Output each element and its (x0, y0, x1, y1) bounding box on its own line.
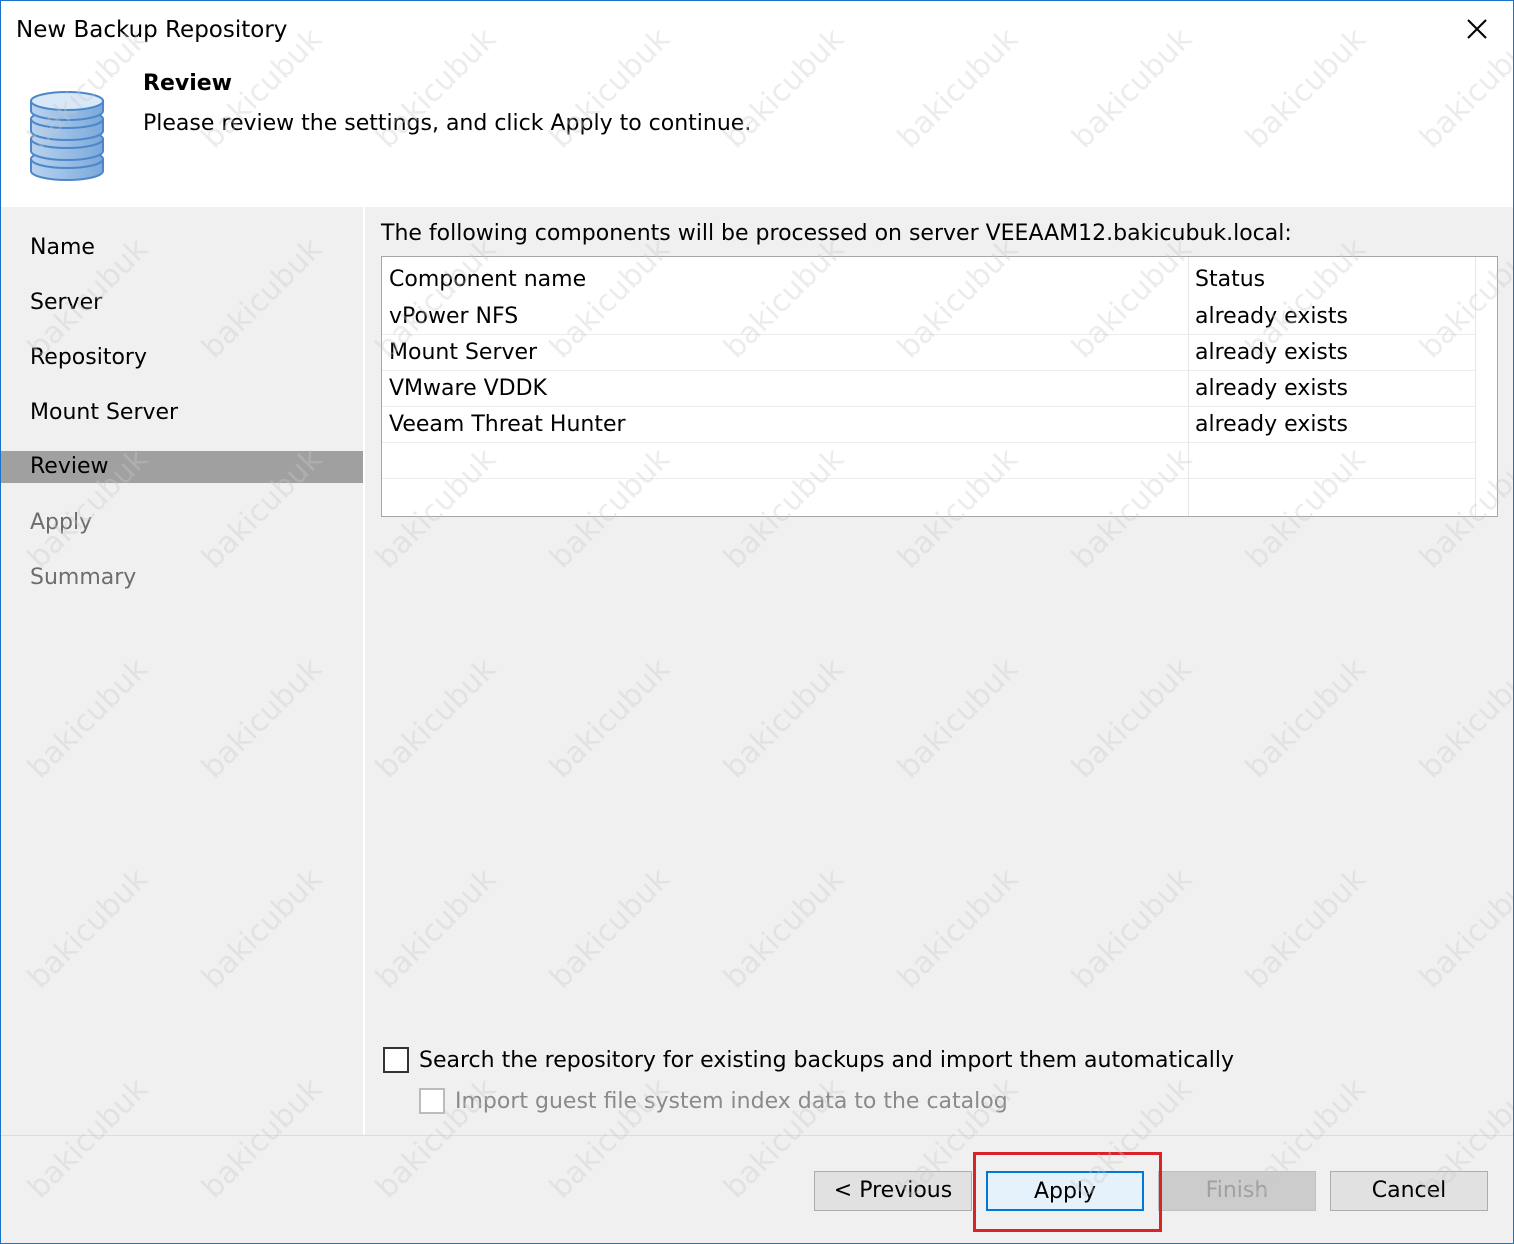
cancel-button[interactable]: Cancel (1330, 1171, 1488, 1211)
finish-button: Finish (1158, 1171, 1316, 1211)
component-name-cell: Veeam Threat Hunter (389, 412, 626, 437)
wizard-header: Review Please review the settings, and c… (1, 61, 1513, 207)
sidebar-item-summary: Summary (1, 562, 363, 594)
wizard-steps-sidebar: Name Server Repository Mount Server Revi… (1, 207, 363, 1135)
apply-button[interactable]: Apply (986, 1171, 1144, 1211)
column-separator (1475, 257, 1476, 516)
window-title: New Backup Repository (16, 17, 288, 43)
sidebar-item-label: Name (30, 235, 95, 260)
sidebar-item-label: Review (30, 454, 109, 479)
column-header-status[interactable]: Status (1195, 262, 1265, 298)
wizard-window: New Backup Repository Review Please revi… (0, 0, 1514, 1244)
close-button[interactable] (1455, 11, 1499, 51)
sidebar-item-apply: Apply (1, 507, 363, 539)
import-index-checkbox (419, 1088, 445, 1114)
close-icon (1467, 19, 1487, 39)
page-subtitle: Please review the settings, and click Ap… (143, 111, 752, 136)
search-backups-label[interactable]: Search the repository for existing backu… (419, 1048, 1234, 1073)
status-cell: already exists (1195, 412, 1348, 437)
table-row-empty (382, 479, 1475, 515)
wizard-footer: < Previous Apply Finish Cancel (1, 1135, 1513, 1243)
import-index-option: Import guest file system index data to t… (419, 1088, 1008, 1114)
component-name-cell: Mount Server (389, 340, 538, 365)
sidebar-item-repository[interactable]: Repository (1, 342, 363, 374)
component-name-cell: vPower NFS (389, 304, 519, 329)
status-cell: already exists (1195, 304, 1348, 329)
sidebar-item-mount-server[interactable]: Mount Server (1, 397, 363, 429)
sidebar-item-label: Summary (30, 565, 137, 590)
import-index-label: Import guest file system index data to t… (455, 1088, 1008, 1114)
table-row[interactable]: VMware VDDK already exists (382, 371, 1475, 407)
review-panel: The following components will be process… (365, 207, 1513, 1135)
sidebar-item-name[interactable]: Name (1, 232, 363, 264)
previous-button[interactable]: < Previous (814, 1171, 972, 1211)
table-header-row: Component name Status (382, 262, 1475, 298)
sidebar-item-label: Repository (30, 345, 147, 370)
table-row[interactable]: Mount Server already exists (382, 335, 1475, 371)
table-row-empty (382, 443, 1475, 479)
title-bar: New Backup Repository (1, 1, 1513, 61)
sidebar-item-label: Apply (30, 510, 93, 535)
status-cell: already exists (1195, 376, 1348, 401)
sidebar-item-server[interactable]: Server (1, 287, 363, 319)
table-row[interactable]: vPower NFS already exists (382, 299, 1475, 335)
page-title: Review (143, 71, 232, 96)
components-intro-text: The following components will be process… (381, 221, 1292, 246)
search-backups-checkbox[interactable] (383, 1047, 409, 1073)
status-cell: already exists (1195, 340, 1348, 365)
table-row[interactable]: Veeam Threat Hunter already exists (382, 407, 1475, 443)
sidebar-item-label: Server (30, 290, 103, 315)
component-name-cell: VMware VDDK (389, 376, 547, 401)
database-icon (30, 91, 104, 181)
column-header-component[interactable]: Component name (389, 262, 586, 298)
sidebar-item-review[interactable]: Review (1, 451, 363, 483)
components-table[interactable]: Component name Status vPower NFS already… (381, 256, 1498, 517)
search-backups-option[interactable]: Search the repository for existing backu… (383, 1047, 1234, 1073)
sidebar-item-label: Mount Server (30, 400, 179, 425)
